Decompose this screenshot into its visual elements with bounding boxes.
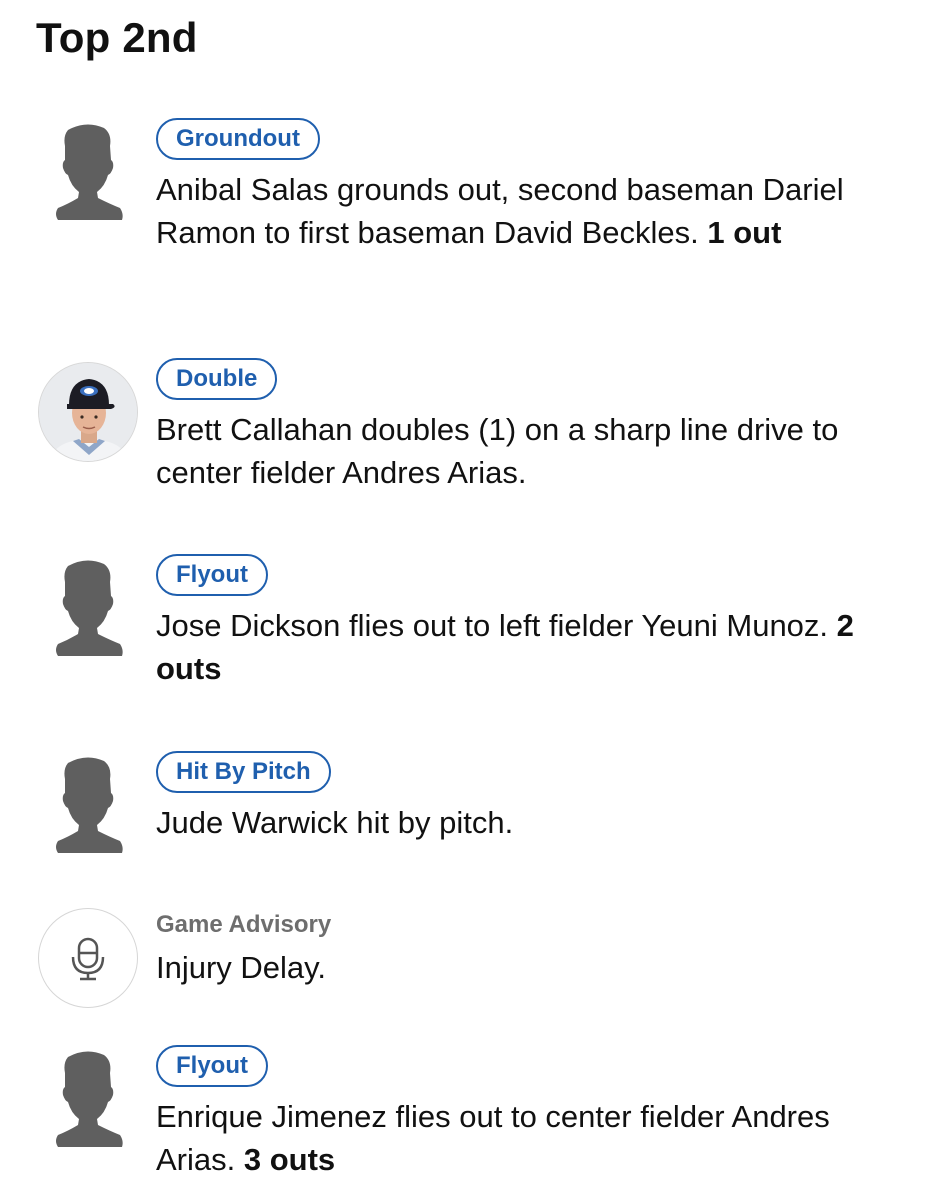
inning-title: Top 2nd: [36, 14, 198, 61]
silhouette-icon: [38, 558, 138, 658]
outs-count: 3 outs: [243, 1142, 336, 1177]
play-description: Jose Dickson flies out to left fielder Y…: [156, 604, 910, 690]
play-type-badge: Flyout: [156, 1045, 268, 1087]
microphone-icon: [38, 908, 138, 1008]
advisory-description: Injury Delay.: [156, 946, 910, 989]
play-type-badge: Groundout: [156, 118, 320, 160]
play-description-text: Jose Dickson flies out to left fielder Y…: [156, 608, 829, 643]
play-description-text: Brett Callahan doubles (1) on a sharp li…: [156, 412, 839, 490]
player-photo: [38, 362, 138, 462]
play-type-badge: Double: [156, 358, 278, 400]
play-description: Anibal Salas grounds out, second baseman…: [156, 168, 910, 254]
play-description: Brett Callahan doubles (1) on a sharp li…: [156, 408, 910, 494]
play-type-badge: Flyout: [156, 554, 268, 596]
advisory-label: Game Advisory: [156, 911, 332, 938]
play-description: Enrique Jimenez flies out to center fiel…: [156, 1095, 910, 1181]
silhouette-icon: [38, 1049, 138, 1149]
outs-count: 1 out: [707, 215, 782, 250]
advisory-description-text: Injury Delay.: [156, 950, 326, 985]
play-description: Jude Warwick hit by pitch.: [156, 801, 910, 844]
play-description-text: Jude Warwick hit by pitch.: [156, 805, 514, 840]
silhouette-icon: [38, 755, 138, 855]
silhouette-icon: [38, 122, 138, 222]
play-type-badge: Hit By Pitch: [156, 751, 331, 793]
